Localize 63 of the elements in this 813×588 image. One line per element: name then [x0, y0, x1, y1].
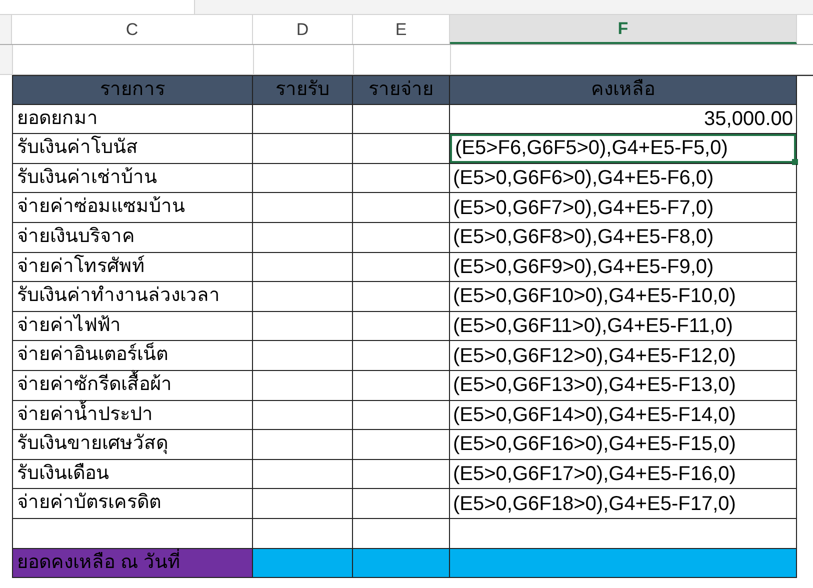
table-cell: รับเงินขายเศษวัสดุ — [12, 430, 253, 460]
empty-cell[interactable] — [253, 164, 353, 194]
empty-cell[interactable] — [253, 282, 353, 312]
empty-cell[interactable] — [353, 134, 450, 164]
empty-cell[interactable] — [253, 222, 353, 253]
table-cell[interactable]: (E5>0,G6F12>0),G4+E5-F12,0) — [450, 341, 796, 370]
empty-cell[interactable] — [253, 134, 353, 164]
table-cell[interactable]: (E5>0,G6F10>0),G4+E5-F10,0) — [450, 282, 796, 311]
empty-cell[interactable] — [253, 489, 353, 519]
table-cell[interactable]: (E5>0,G6F17>0),G4+E5-F16,0) — [450, 460, 796, 488]
empty-cell[interactable] — [353, 193, 450, 223]
empty-cell[interactable] — [353, 430, 450, 460]
total-label-cell: ยอดคงเหลือ ณ วันที่ — [12, 548, 253, 578]
empty-cell[interactable] — [353, 489, 450, 519]
header-cell: คงเหลือ — [450, 76, 797, 105]
table-cell: จ่ายค่าโทรศัพท์ — [12, 252, 253, 282]
table-cell: จ่ายค่าซักรีดเสื้อผ้า — [12, 370, 253, 401]
empty-cell[interactable] — [353, 164, 450, 194]
table-cell[interactable]: (E5>0,G6F7>0),G4+E5-F7,0) — [450, 193, 796, 222]
empty-cell[interactable] — [253, 400, 353, 430]
header-cell: รายการ — [12, 76, 253, 105]
empty-cell[interactable] — [253, 430, 353, 460]
table-cell: จ่ายค่าอินเตอร์เน็ต — [12, 341, 253, 371]
table-cell: รับเงินค่าโบนัส — [12, 134, 253, 164]
empty-cell[interactable] — [253, 252, 353, 282]
empty-cell[interactable] — [353, 282, 450, 312]
empty-cell[interactable] — [353, 104, 450, 134]
table-cell[interactable]: 35,000.00 — [450, 104, 796, 134]
fill-handle-icon[interactable] — [792, 158, 798, 165]
table-cell[interactable]: (E5>0,G6F8>0),G4+E5-F8,0) — [450, 222, 796, 252]
table-cell: จ่ายค่าบัตรเครดิต — [12, 489, 253, 519]
table-cell[interactable]: (E5>0,G6F18>0),G4+E5-F17,0) — [450, 489, 796, 518]
empty-cell[interactable] — [253, 193, 353, 223]
table-cell: รับเงินค่าทำงานล่วงเวลา — [12, 282, 253, 312]
empty-cell[interactable] — [253, 370, 353, 401]
empty-cell[interactable] — [253, 460, 353, 490]
empty-cell[interactable] — [253, 312, 353, 342]
empty-cell[interactable] — [353, 312, 450, 342]
empty-cell[interactable] — [253, 341, 353, 371]
empty-cell[interactable] — [353, 370, 450, 401]
empty-cell[interactable] — [353, 341, 450, 371]
table-cell[interactable]: (E5>F6,G6F5>0),G4+E5-F5,0) — [450, 134, 796, 163]
table-cell[interactable]: (E5>0,G6F14>0),G4+E5-F14,0) — [450, 400, 796, 430]
empty-cell[interactable] — [353, 252, 450, 282]
table-cell: จ่ายเงินบริจาค — [12, 222, 253, 253]
table-cell: ยอดยกมา — [12, 104, 253, 134]
table-cell[interactable]: (E5>0,G6F13>0),G4+E5-F13,0) — [450, 370, 796, 400]
table-cell[interactable]: (E5>0,G6F16>0),G4+E5-F15,0) — [450, 430, 796, 459]
empty-cell[interactable] — [353, 400, 450, 430]
header-cell: รายรับ — [253, 76, 353, 105]
table-cell: จ่ายค่าซ่อมแซมบ้าน — [12, 193, 253, 223]
table-cell: จ่ายค่าน้ำประปา — [12, 400, 253, 430]
empty-cell[interactable] — [353, 460, 450, 490]
header-cell: รายจ่าย — [353, 76, 450, 105]
table-cell: จ่ายค่าไฟฟ้า — [12, 312, 253, 342]
table-cell: รับเงินเดือน — [12, 460, 253, 490]
table-cell[interactable]: (E5>0,G6F9>0),G4+E5-F9,0) — [450, 252, 796, 282]
table-cell: รับเงินค่าเช่าบ้าน — [12, 164, 253, 194]
column-header[interactable]: F — [450, 15, 797, 44]
table-cell[interactable]: (E5>0,G6F6>0),G4+E5-F6,0) — [450, 164, 796, 192]
empty-cell[interactable] — [253, 104, 353, 134]
table-cell[interactable]: (E5>0,G6F11>0),G4+E5-F11,0) — [450, 312, 796, 340]
empty-cell[interactable] — [353, 222, 450, 253]
